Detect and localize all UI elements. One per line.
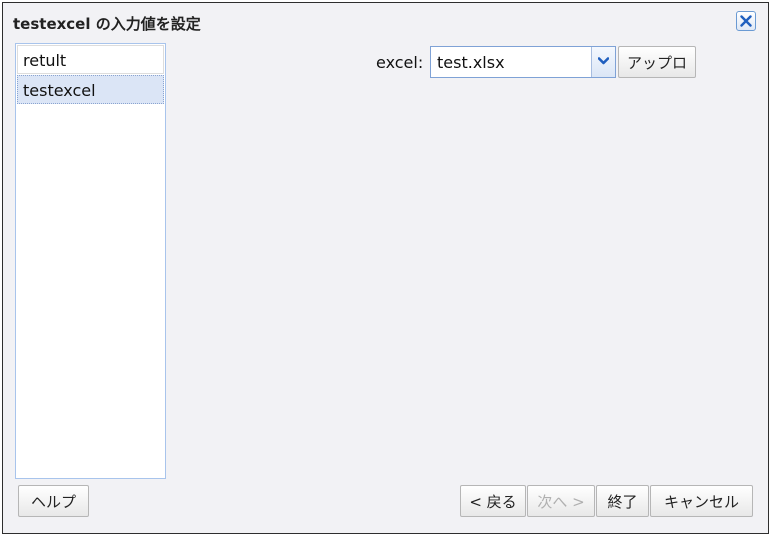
list-item-label: retult bbox=[23, 51, 67, 70]
list-item-label: testexcel bbox=[23, 81, 96, 100]
back-button[interactable]: < 戻る bbox=[460, 485, 526, 517]
close-icon bbox=[740, 15, 752, 27]
close-button[interactable] bbox=[736, 11, 756, 31]
next-button[interactable]: 次へ > bbox=[527, 485, 595, 517]
dropdown-toggle[interactable] bbox=[591, 47, 615, 77]
list-item-testexcel[interactable]: testexcel bbox=[17, 75, 164, 104]
finish-button[interactable]: 終了 bbox=[596, 485, 649, 517]
cancel-button[interactable]: キャンセル bbox=[650, 485, 753, 517]
settings-dialog: testexcel の入力値を設定 retult testexcel excel… bbox=[2, 2, 769, 534]
chevron-down-icon bbox=[598, 57, 609, 65]
dialog-titlebar: testexcel の入力値を設定 bbox=[3, 3, 768, 41]
upload-button[interactable]: アップロ bbox=[618, 46, 696, 78]
excel-select-value: test.xlsx bbox=[437, 53, 505, 72]
excel-label: excel: bbox=[376, 53, 424, 72]
node-list: retult testexcel bbox=[15, 43, 166, 479]
excel-select[interactable]: test.xlsx bbox=[430, 46, 616, 78]
list-item-retult[interactable]: retult bbox=[17, 45, 164, 74]
help-button[interactable]: ヘルプ bbox=[18, 485, 89, 517]
dialog-title: testexcel の入力値を設定 bbox=[13, 15, 201, 33]
